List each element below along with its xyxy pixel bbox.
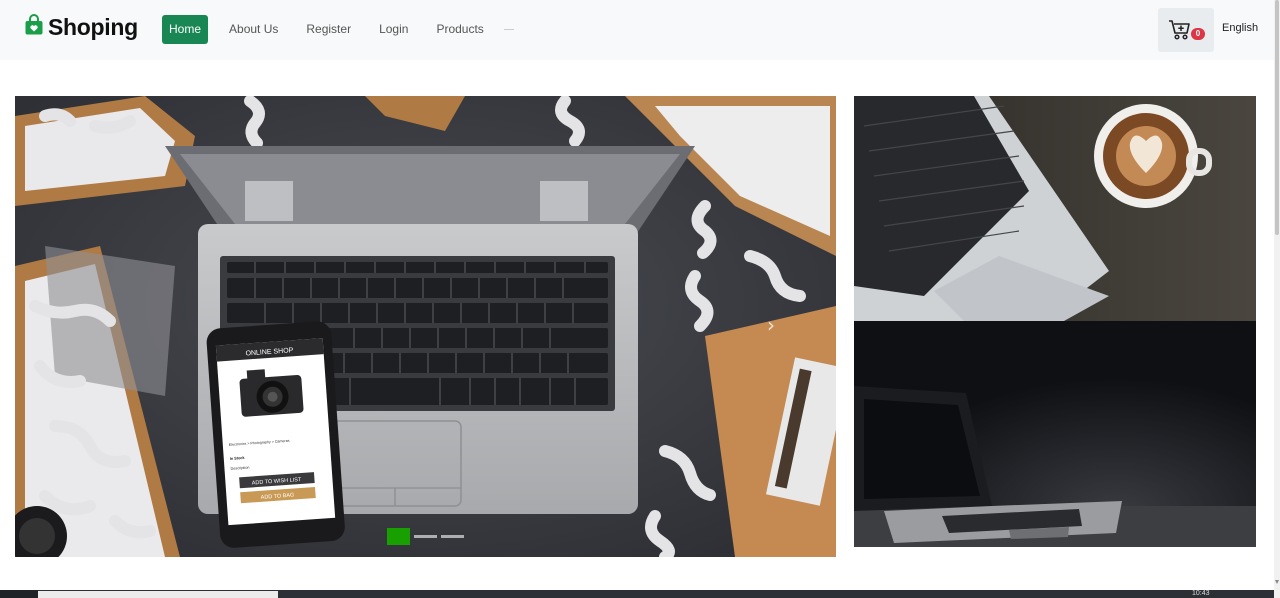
laptop-and-coffee-image <box>854 96 1256 321</box>
laptop-in-dark-image <box>854 321 1256 547</box>
shopping-bag-icon <box>24 14 44 41</box>
navbar: Shoping Home About Us Register Login Pro… <box>0 0 1274 60</box>
brand-name: Shoping <box>48 14 138 40</box>
hero-carousel: ONLINE SHOP Electronics > Photography > … <box>15 96 836 557</box>
nav-products[interactable]: Products <box>422 15 497 44</box>
nav-about-us[interactable]: About Us <box>215 15 292 44</box>
taskbar-strip: 10:43 <box>0 590 1274 598</box>
taskbar-start[interactable] <box>0 590 38 598</box>
scrollbar-thumb[interactable] <box>1275 0 1279 235</box>
cart-count-badge: 0 <box>1191 28 1205 40</box>
page-scrollbar[interactable] <box>1274 0 1280 598</box>
taskbar-search[interactable] <box>38 591 278 598</box>
carousel-slide-image: ONLINE SHOP Electronics > Photography > … <box>15 96 836 557</box>
scroll-down-arrow-icon[interactable] <box>1275 580 1279 584</box>
nav-home[interactable]: Home <box>162 15 209 44</box>
language-selector[interactable]: English <box>1222 22 1258 34</box>
main-nav: Home About Us Register Login Products <box>162 15 514 44</box>
nav-register[interactable]: Register <box>292 15 365 44</box>
nav-divider <box>503 29 514 30</box>
taskbar-clock: 10:43 <box>1192 590 1210 597</box>
cart-icon <box>1169 20 1190 40</box>
brand-link[interactable]: Shoping <box>24 14 138 41</box>
nav-login[interactable]: Login <box>365 15 422 44</box>
cart-button[interactable]: 0 <box>1158 8 1214 52</box>
carousel-indicator-3[interactable] <box>441 535 464 538</box>
carousel-indicators <box>387 528 464 545</box>
carousel-indicator-1[interactable] <box>387 528 410 545</box>
chevron-right-icon[interactable]: › <box>767 314 787 336</box>
carousel-indicator-2[interactable] <box>414 535 437 538</box>
